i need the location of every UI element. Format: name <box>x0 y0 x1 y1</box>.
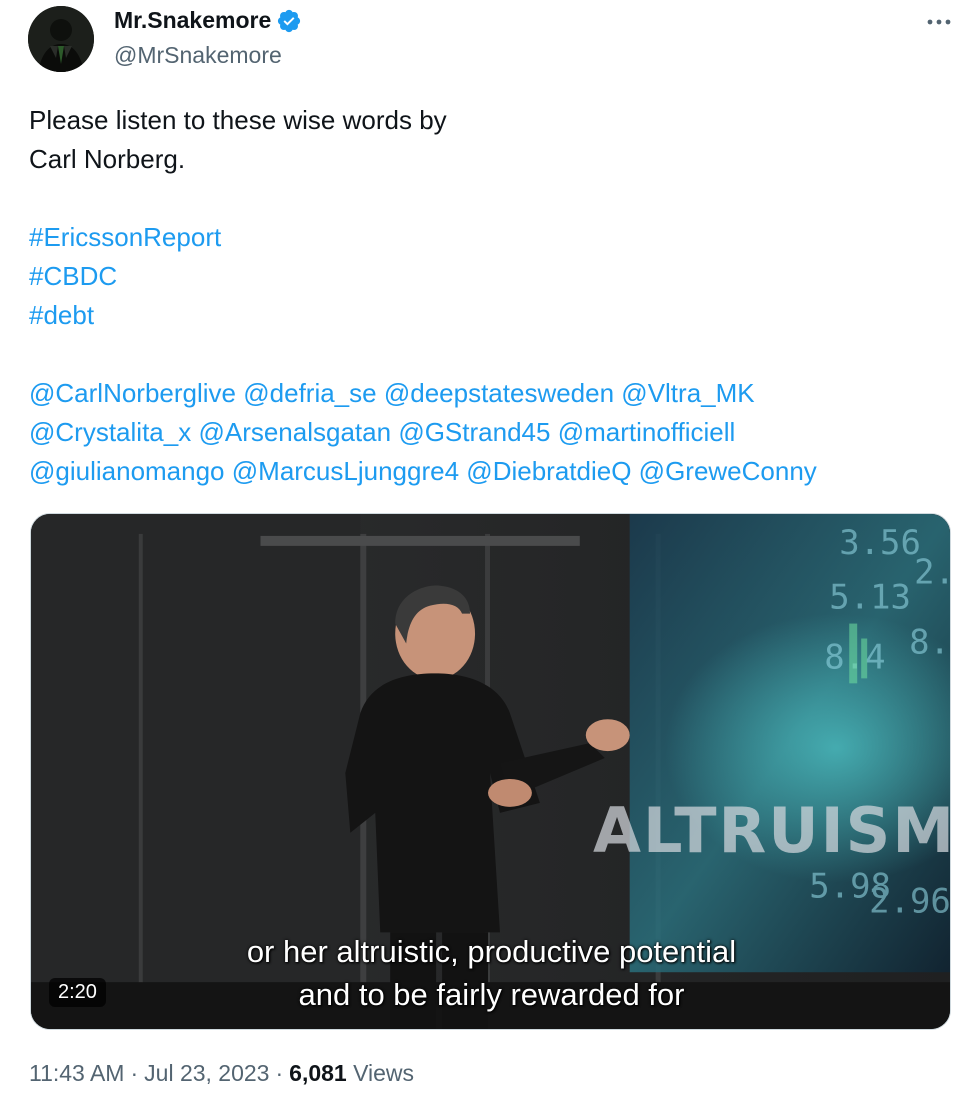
views-label: Views <box>353 1060 415 1086</box>
meta-separator: · <box>275 1060 284 1086</box>
svg-text:5.13: 5.13 <box>829 578 911 617</box>
video-subtitle-line: and to be fairly rewarded for <box>298 977 685 1012</box>
svg-text:8.: 8. <box>909 622 950 661</box>
avatar[interactable] <box>28 6 94 72</box>
tweet-time[interactable]: 11:43 AM <box>29 1060 124 1086</box>
mention-link[interactable]: @Vltra_MK <box>621 378 754 408</box>
mention-row: @Crystalita_x @Arsenalsgatan @GStrand45 … <box>29 413 949 452</box>
video-subtitle-line: or her altruistic, productive potential <box>246 934 737 969</box>
avatar-image <box>28 6 94 72</box>
mention-link[interactable]: @CarlNorberglive <box>29 378 236 408</box>
meta-separator: · <box>130 1060 139 1086</box>
video-player[interactable]: 3.56 5.13 8.4 8. 5.98 2.96 2. ALTRUISM o… <box>30 513 951 1030</box>
hashtag-link[interactable]: #CBDC <box>29 261 117 291</box>
svg-text:2.96: 2.96 <box>869 881 950 920</box>
mention-link[interactable]: @deepstatesweden <box>384 378 614 408</box>
mention-link[interactable]: @Crystalita_x <box>29 417 191 447</box>
hashtag-link[interactable]: #EricssonReport <box>29 222 221 252</box>
author-name-row[interactable]: Mr.Snakemore <box>114 7 302 34</box>
views-count: 6,081 <box>289 1060 347 1086</box>
mention-link[interactable]: @defria_se <box>243 378 376 408</box>
mention-link[interactable]: @GreweConny <box>639 456 817 486</box>
svg-text:2.: 2. <box>914 553 950 592</box>
mention-link[interactable]: @GStrand45 <box>398 417 550 447</box>
author-handle[interactable]: @MrSnakemore <box>114 42 282 69</box>
mention-row: @CarlNorberglive @defria_se @deepstatesw… <box>29 374 949 413</box>
video-duration-badge: 2:20 <box>49 978 106 1007</box>
mention-link[interactable]: @giulianomango <box>29 456 225 486</box>
tweet-text-line: Please listen to these wise words by <box>29 105 447 135</box>
mention-link[interactable]: @Arsenalsgatan <box>198 417 391 447</box>
hashtag-link[interactable]: #debt <box>29 300 94 330</box>
video-overlay-word: ALTRUISM <box>593 794 951 867</box>
tweet-text: Please listen to these wise words by Car… <box>29 101 949 491</box>
mention-link[interactable]: @MarcusLjunggre4 <box>232 456 459 486</box>
verified-badge-icon[interactable] <box>276 8 302 34</box>
tweet-date[interactable]: Jul 23, 2023 <box>144 1060 269 1086</box>
mention-link[interactable]: @DiebratdieQ <box>466 456 631 486</box>
mention-row: @giulianomango @MarcusLjunggre4 @Diebrat… <box>29 452 949 491</box>
svg-text:3.56: 3.56 <box>839 523 921 562</box>
author-display-name[interactable]: Mr.Snakemore <box>114 7 271 34</box>
mention-link[interactable]: @martinofficiell <box>558 417 736 447</box>
tweet-text-line: Carl Norberg. <box>29 144 186 174</box>
tweet-meta: 11:43 AM · Jul 23, 2023 · 6,081 Views <box>29 1060 414 1087</box>
more-horizontal-icon[interactable] <box>922 8 956 36</box>
